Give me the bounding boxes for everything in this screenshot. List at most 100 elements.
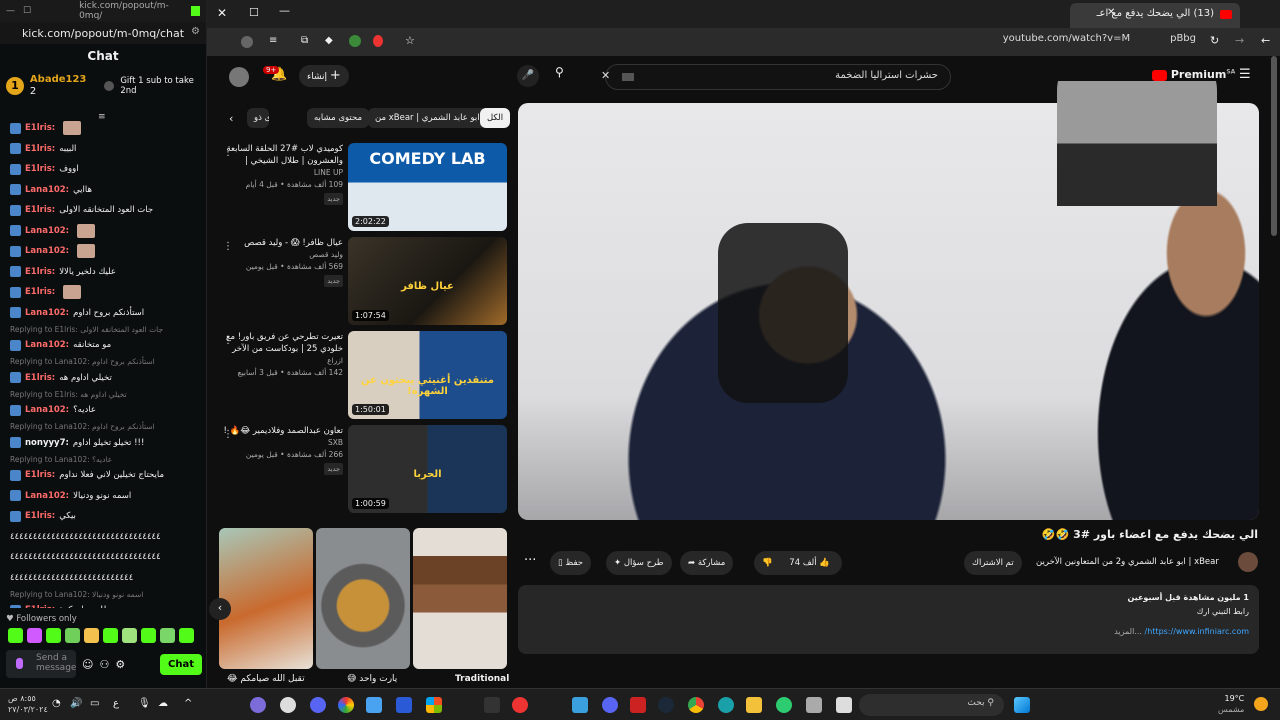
language-indicator[interactable]: ع — [113, 698, 119, 709]
app-icon[interactable] — [338, 697, 354, 713]
cloud-icon[interactable]: ☁ — [158, 698, 168, 709]
send-message-input[interactable]: Send a message — [6, 650, 76, 678]
chevron-up-icon[interactable]: ^ — [184, 698, 192, 709]
ext-icon[interactable] — [373, 35, 383, 47]
epic-icon[interactable] — [484, 697, 500, 713]
emote-icon[interactable] — [27, 628, 42, 643]
chat-username[interactable]: E1lris: — [25, 267, 55, 277]
recommendation-card[interactable]: COMEDY LAB 2:02:22 كوميدي لاب #27 الحلقة… — [219, 143, 507, 231]
restore-window-icon[interactable]: ☐ — [249, 6, 259, 19]
video-description[interactable]: 1 مليون مشاهدة قبل أسبوعين رابط التبني ا… — [518, 585, 1259, 654]
menu-icon[interactable]: ☰ — [1239, 67, 1251, 82]
app-icon[interactable] — [776, 697, 792, 713]
chat-message[interactable]: E1lris: بيكي — [10, 506, 196, 527]
chat-message[interactable]: ٤٤٤٤٤٤٤٤٤٤٤٤٤٤٤٤٤٤٤٤٤٤٤٤٤٤٤٤٤٤٤٤٤ — [10, 527, 196, 548]
more-actions-icon[interactable]: ··· — [524, 553, 536, 568]
clock[interactable]: ٨:٥٥ ص ٢٧/٠٣/٢٠٢٤ — [8, 693, 48, 715]
chat-username[interactable]: Lana102: — [25, 491, 69, 501]
chat-message[interactable]: E1lris: البيبه — [10, 139, 196, 160]
emote-icon[interactable] — [84, 628, 99, 643]
chat-address-bar[interactable]: kick.com/popout/m-0mq/chat ⚙ — [0, 22, 206, 44]
start-icon[interactable] — [1014, 697, 1030, 713]
ext-icon[interactable]: ⧉ — [301, 35, 308, 46]
chrome-icon[interactable] — [688, 697, 704, 713]
recommendation-title[interactable]: عيال ظافر! 😱 - وليد قصص — [219, 237, 343, 249]
recommendation-title[interactable]: تعيرت تطرحي عن فريق باور! مع خلودي 25 | … — [219, 331, 343, 355]
chat-message[interactable]: E1lris: رمضان كرة!! — [10, 600, 196, 608]
chip[interactable]: من xBear | ابو عابد الشمري — [368, 108, 487, 128]
chat-message[interactable]: E1lris: عليك دلخير يالالا — [10, 262, 196, 283]
wifi-icon[interactable]: ◔ — [52, 698, 61, 709]
recommendation-card[interactable]: الحربا 1:00:59 تعاون عبدالصمد وفلاديمير … — [219, 425, 507, 513]
short-title[interactable]: يارت واحد 😅 — [347, 674, 397, 684]
gear-icon[interactable]: ⚙ — [115, 658, 125, 671]
search-button[interactable]: ⚲ — [555, 65, 564, 79]
emote-icon[interactable] — [141, 628, 156, 643]
gift-leaderboard[interactable]: 1 Abade123 2 Gift 1 sub to take 2nd — [0, 68, 206, 104]
avatar[interactable] — [229, 67, 249, 87]
short-thumbnail[interactable] — [219, 528, 313, 669]
chat-message[interactable]: Lana102: — [10, 221, 196, 242]
create-button[interactable]: إنشاء + — [299, 65, 349, 87]
chat-username[interactable]: E1lris: — [25, 205, 55, 215]
chat-username[interactable]: Lana102: — [25, 405, 69, 415]
short-thumbnail[interactable] — [413, 528, 507, 669]
chat-message[interactable]: E1lris: — [10, 282, 196, 303]
share-button[interactable]: ➦ مشاركة — [680, 551, 734, 575]
chat-message[interactable]: E1lris: مايحتاج تخيلين لاني فعلا نداوم — [10, 465, 196, 486]
app-icon[interactable] — [250, 697, 266, 713]
ext-icon[interactable] — [349, 35, 361, 47]
short-title[interactable]: Traditional — [455, 674, 509, 684]
app-icon[interactable] — [366, 697, 382, 713]
minimize-icon[interactable]: — — [6, 6, 15, 16]
kebab-menu-icon[interactable]: ⋮ — [223, 147, 233, 158]
chip[interactable]: محتوى مشابه — [307, 108, 369, 128]
recommendation-channel[interactable]: ازراع — [219, 355, 343, 367]
emote-icon[interactable] — [103, 628, 118, 643]
short-title[interactable]: تقبل الله صيامكم 😂 — [227, 674, 305, 684]
scrollbar[interactable] — [1271, 56, 1277, 236]
chat-message[interactable]: Lana102: اسمه نونو ودنيالا — [10, 486, 196, 507]
video-thumbnail[interactable]: متنقدين أغنيتي يبحثون عن الشهرة! 1:50:01 — [348, 331, 507, 419]
recommendation-card[interactable]: متنقدين أغنيتي يبحثون عن الشهرة! 1:50:01… — [219, 331, 507, 419]
chat-message[interactable]: E1lris: — [10, 118, 196, 139]
save-button[interactable]: ▯ حفظ — [550, 551, 592, 575]
keyboard-icon[interactable] — [622, 73, 634, 81]
ext-icon[interactable]: ≡ — [269, 35, 277, 46]
users-icon[interactable]: ⚇ — [99, 658, 109, 671]
weather[interactable]: 19°C مشمس — [1218, 693, 1244, 715]
recommendation-card[interactable]: عيال ظافر 1:07:54 عيال ظافر! 😱 - وليد قص… — [219, 237, 507, 325]
chat-send-button[interactable]: Chat — [160, 653, 202, 675]
emote-icon[interactable] — [179, 628, 194, 643]
volume-icon[interactable]: 🔊 — [70, 698, 82, 709]
chat-message[interactable]: Lana102: هاايي — [10, 180, 196, 201]
video-thumbnail[interactable]: عيال ظافر 1:07:54 — [348, 237, 507, 325]
voice-search-icon[interactable]: 🎤 — [517, 65, 539, 87]
app-icon[interactable] — [630, 697, 646, 713]
app-icon[interactable] — [396, 697, 412, 713]
folder-icon[interactable] — [746, 697, 762, 713]
chat-username[interactable]: E1lris: — [25, 164, 55, 174]
ask-button[interactable]: ✦ طرح سؤال — [606, 551, 672, 575]
chip[interactable]: محتوى ذو — [247, 108, 269, 128]
settings-sliders-icon[interactable]: ⚙ — [191, 26, 200, 37]
chat-message[interactable]: ٤٤٤٤٤٤٤٤٤٤٤٤٤٤٤٤٤٤٤٤٤٤٤٤٤٤٤٤٤٤٤٤٤ — [10, 547, 196, 568]
video-thumbnail[interactable]: COMEDY LAB 2:02:22 — [348, 143, 507, 231]
gift-sub-text[interactable]: Gift 1 sub to take 2nd — [120, 76, 200, 96]
chat-message[interactable]: E1lris: اووف — [10, 159, 196, 180]
ext-icon[interactable]: ◆ — [325, 35, 333, 46]
app-icon[interactable] — [512, 697, 528, 713]
emote-icon[interactable] — [46, 628, 61, 643]
steam-icon[interactable] — [658, 697, 674, 713]
chat-username[interactable]: E1lris: — [25, 123, 55, 133]
chat-message[interactable]: Lana102: عاديه؟ — [10, 400, 196, 421]
like-button[interactable]: 👎 74 ألف 👍 — [754, 551, 842, 575]
search-input[interactable]: حشرات استراليا الضخمة ✕ — [601, 64, 951, 90]
app-icon[interactable] — [806, 697, 822, 713]
edge-icon[interactable] — [718, 697, 734, 713]
tab-close-icon[interactable]: ✕ — [1107, 7, 1115, 18]
chat-username[interactable]: Lana102: — [25, 308, 69, 318]
chat-username[interactable]: Lana102: — [25, 340, 69, 350]
recommendation-channel[interactable]: LINE UP — [219, 167, 343, 179]
kebab-menu-icon[interactable]: ⋮ — [223, 335, 233, 346]
